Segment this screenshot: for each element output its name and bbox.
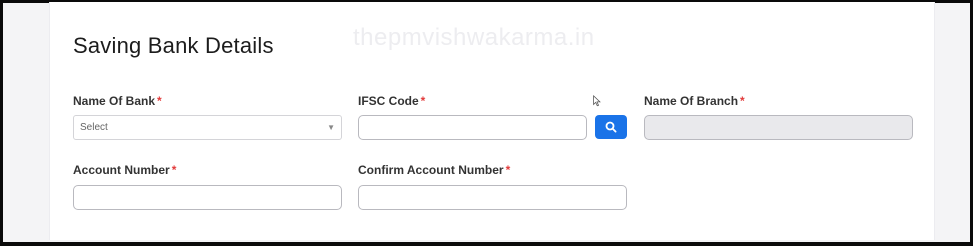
- branch-name-field: [644, 115, 913, 140]
- required-marker: *: [171, 163, 177, 177]
- required-marker: *: [157, 94, 162, 108]
- bank-name-label: Name Of Bank *: [73, 94, 162, 108]
- search-icon: [605, 121, 617, 133]
- account-number-label-text: Account Number: [73, 163, 170, 177]
- required-marker: *: [740, 94, 745, 108]
- watermark-text: thepmvishwakarma.in: [353, 24, 595, 51]
- bank-name-select[interactable]: Select ▼: [73, 115, 342, 140]
- ifsc-label-text: IFSC Code: [358, 94, 419, 108]
- branch-label: Name Of Branch *: [644, 94, 745, 108]
- ifsc-search-button[interactable]: [595, 115, 627, 139]
- bank-name-label-text: Name Of Bank: [73, 94, 156, 108]
- chevron-down-icon: ▼: [327, 123, 335, 132]
- account-number-input[interactable]: [73, 185, 342, 210]
- section-title: Saving Bank Details: [73, 33, 274, 58]
- account-number-label: Account Number *: [73, 163, 176, 177]
- confirm-account-number-label: Confirm Account Number *: [358, 163, 510, 177]
- branch-label-text: Name Of Branch: [644, 94, 739, 108]
- ifsc-label: IFSC Code *: [358, 94, 425, 108]
- ifsc-input[interactable]: [358, 115, 587, 140]
- bank-name-selected-value: Select: [80, 122, 108, 133]
- confirm-account-number-input[interactable]: [358, 185, 627, 210]
- mouse-pointer-icon: [593, 95, 601, 107]
- required-marker: *: [420, 94, 426, 108]
- confirm-account-number-label-text: Confirm Account Number: [358, 163, 504, 177]
- required-marker: *: [505, 163, 511, 177]
